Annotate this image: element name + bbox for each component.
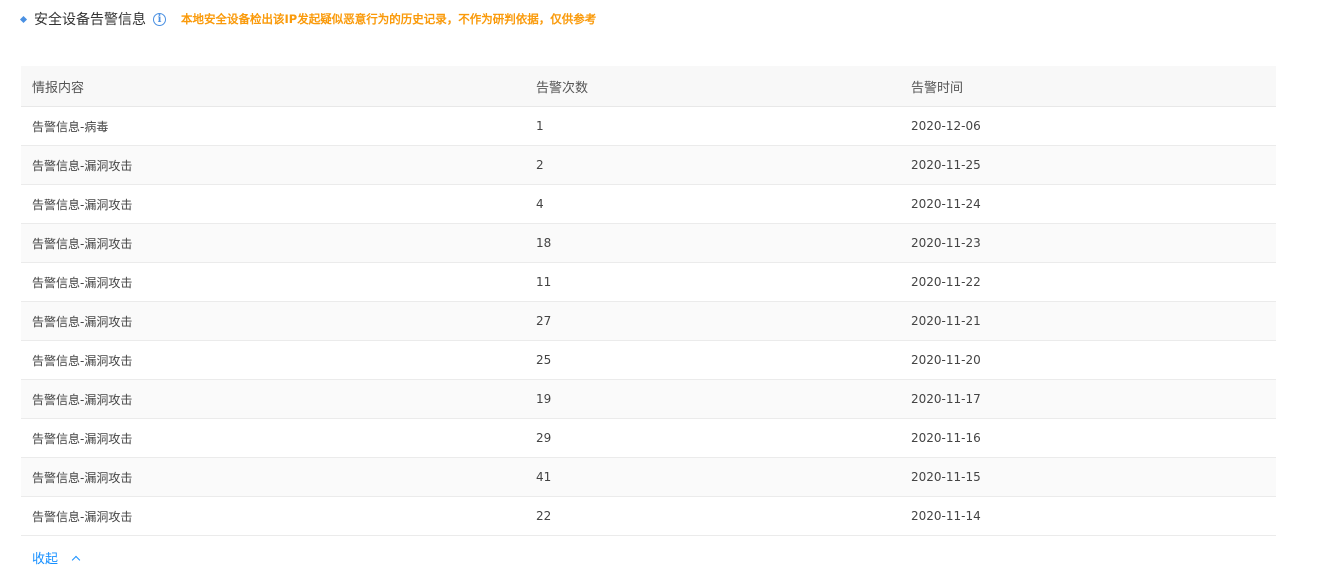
cell-time: 2020-11-16 — [900, 418, 1276, 458]
cell-count: 29 — [525, 418, 900, 458]
cell-content: 告警信息-漏洞攻击 — [21, 457, 525, 497]
cell-time: 2020-11-25 — [900, 145, 1276, 185]
table-row: 告警信息-漏洞攻击 19 2020-11-17 — [21, 379, 1276, 419]
cell-content: 告警信息-漏洞攻击 — [21, 340, 525, 380]
cell-count: 2 — [525, 145, 900, 185]
column-header-content: 情报内容 — [21, 66, 525, 107]
table-row: 告警信息-漏洞攻击 11 2020-11-22 — [21, 262, 1276, 302]
cell-count: 18 — [525, 223, 900, 263]
diamond-bullet-icon — [19, 15, 28, 23]
cell-content: 告警信息-漏洞攻击 — [21, 145, 525, 185]
table-row: 告警信息-漏洞攻击 18 2020-11-23 — [21, 223, 1276, 263]
table-row: 告警信息-漏洞攻击 41 2020-11-15 — [21, 457, 1276, 497]
cell-time: 2020-11-17 — [900, 379, 1276, 419]
cell-time: 2020-12-06 — [900, 106, 1276, 146]
info-icon[interactable]: i — [153, 12, 166, 26]
section-header: 安全设备告警信息 i 本地安全设备检出该IP发起疑似恶意行为的历史记录，不作为研… — [19, 9, 597, 29]
table-header-row: 情报内容 告警次数 告警时间 — [21, 66, 1276, 107]
cell-time: 2020-11-20 — [900, 340, 1276, 380]
collapse-label: 收起 — [32, 552, 59, 567]
cell-content: 告警信息-漏洞攻击 — [21, 301, 525, 341]
table-row: 告警信息-漏洞攻击 29 2020-11-16 — [21, 418, 1276, 458]
cell-content: 告警信息-漏洞攻击 — [21, 262, 525, 302]
table-row: 告警信息-病毒 1 2020-12-06 — [21, 106, 1276, 146]
chevron-up-icon — [71, 555, 81, 564]
column-header-time: 告警时间 — [900, 66, 1276, 107]
section-note: 本地安全设备检出该IP发起疑似恶意行为的历史记录，不作为研判依据，仅供参考 — [181, 12, 597, 26]
cell-content: 告警信息-漏洞攻击 — [21, 496, 525, 536]
cell-content: 告警信息-病毒 — [21, 106, 525, 146]
cell-time: 2020-11-22 — [900, 262, 1276, 302]
cell-time: 2020-11-24 — [900, 184, 1276, 224]
cell-count: 25 — [525, 340, 900, 380]
cell-content: 告警信息-漏洞攻击 — [21, 418, 525, 458]
table-row: 告警信息-漏洞攻击 25 2020-11-20 — [21, 340, 1276, 380]
cell-count: 11 — [525, 262, 900, 302]
cell-count: 19 — [525, 379, 900, 419]
cell-content: 告警信息-漏洞攻击 — [21, 379, 525, 419]
table-row: 告警信息-漏洞攻击 4 2020-11-24 — [21, 184, 1276, 224]
table-row: 告警信息-漏洞攻击 27 2020-11-21 — [21, 301, 1276, 341]
cell-content: 告警信息-漏洞攻击 — [21, 184, 525, 224]
cell-count: 22 — [525, 496, 900, 536]
cell-time: 2020-11-15 — [900, 457, 1276, 497]
cell-time: 2020-11-14 — [900, 496, 1276, 536]
table-row: 告警信息-漏洞攻击 22 2020-11-14 — [21, 496, 1276, 536]
column-header-count: 告警次数 — [525, 66, 900, 107]
cell-time: 2020-11-21 — [900, 301, 1276, 341]
cell-count: 27 — [525, 301, 900, 341]
section-title: 安全设备告警信息 — [34, 12, 146, 28]
table-row: 告警信息-漏洞攻击 2 2020-11-25 — [21, 145, 1276, 185]
collapse-button[interactable]: 收起 — [32, 548, 81, 567]
cell-content: 告警信息-漏洞攻击 — [21, 223, 525, 263]
alerts-table: 情报内容 告警次数 告警时间 告警信息-病毒 1 2020-12-06 告警信息-漏洞… — [21, 66, 1276, 536]
cell-time: 2020-11-23 — [900, 223, 1276, 263]
cell-count: 4 — [525, 184, 900, 224]
cell-count: 41 — [525, 457, 900, 497]
cell-count: 1 — [525, 106, 900, 146]
